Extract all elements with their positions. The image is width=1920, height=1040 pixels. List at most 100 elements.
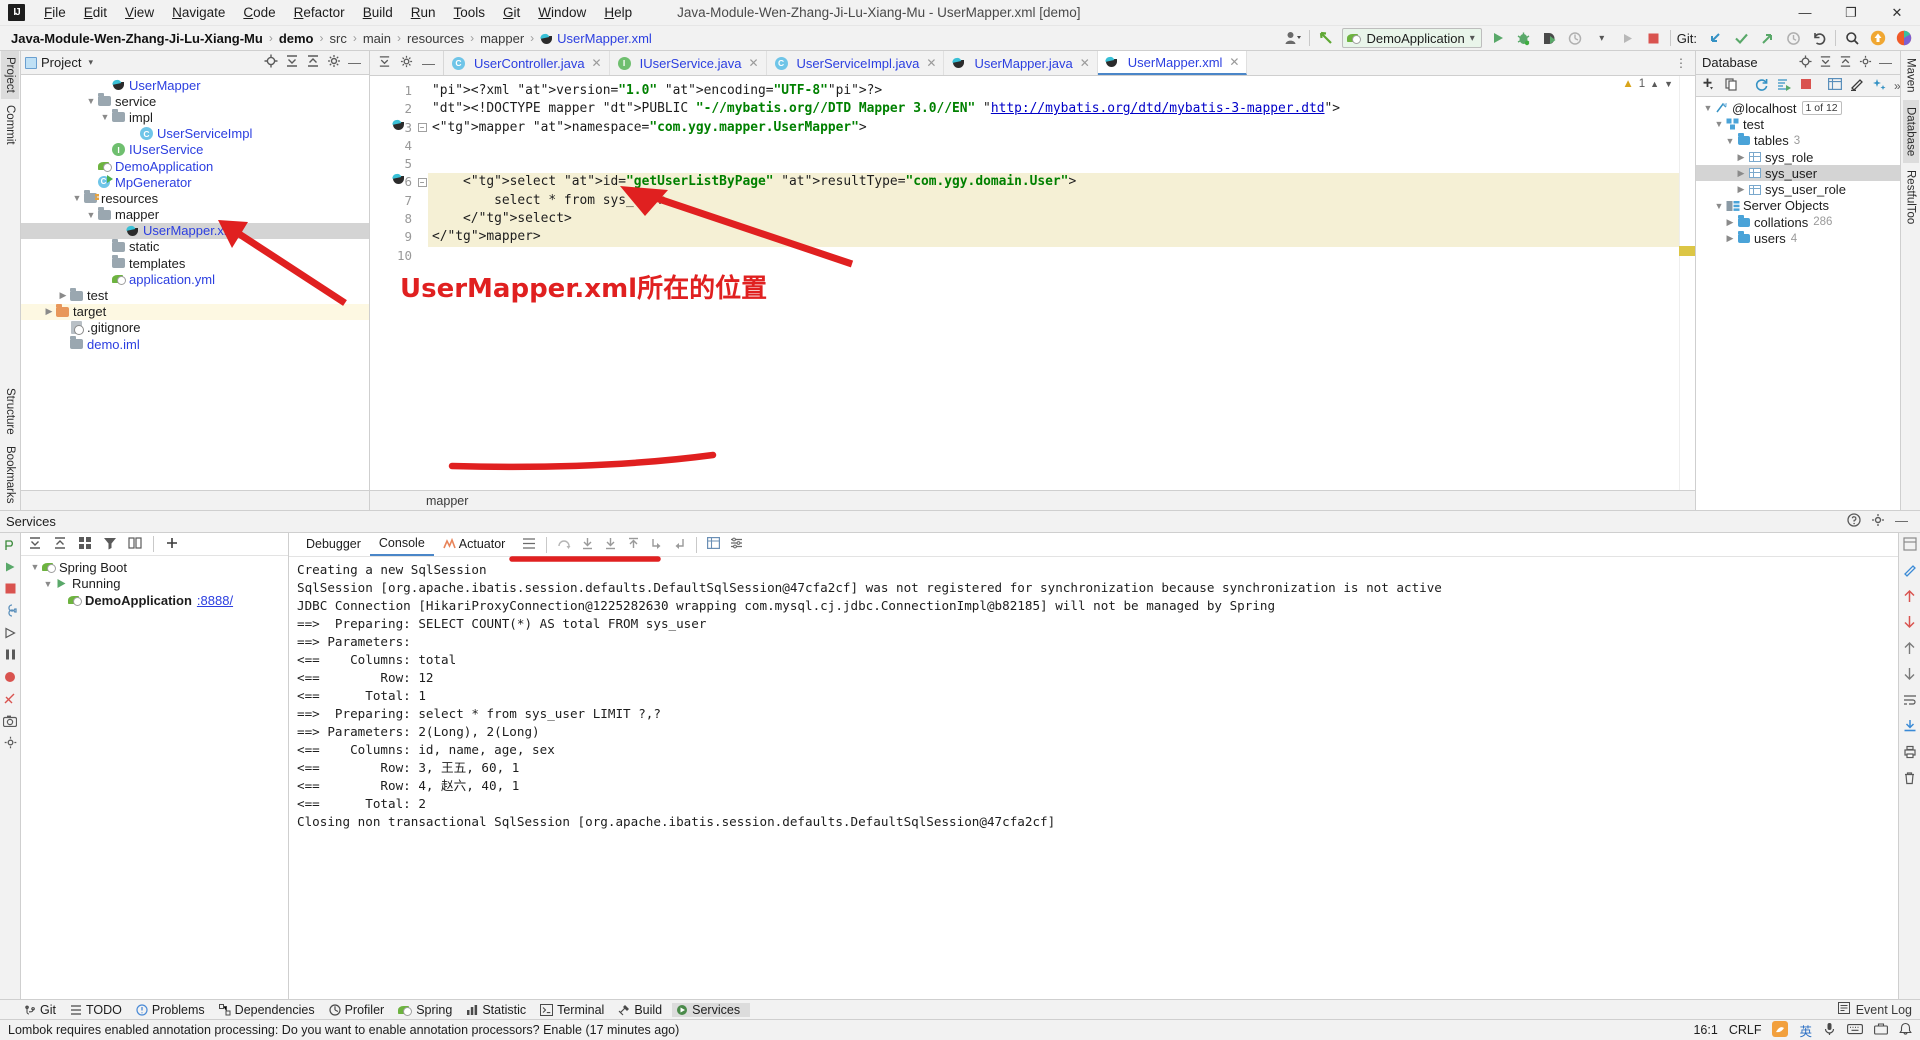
tool-rail-commit[interactable]: Commit [1, 99, 19, 151]
code-line[interactable]: <"tg">select "at">id="getUserListByPage"… [428, 173, 1679, 192]
soft-wrap-icon[interactable] [1903, 693, 1917, 710]
tool-rail-project[interactable]: Project [1, 51, 19, 99]
step-out-icon[interactable] [627, 537, 640, 553]
maximize-icon[interactable]: ❐ [1828, 0, 1874, 26]
keyboard-icon[interactable] [1847, 1023, 1863, 1038]
gear-icon[interactable] [400, 55, 413, 71]
database-tree-item-tables[interactable]: ▼ tables 3 [1696, 133, 1900, 149]
editor-tab-usermapper-java[interactable]: UserMapper.java ✕ [944, 51, 1098, 75]
bottom-tool-problems[interactable]: Problems [132, 1003, 215, 1017]
breadcrumb-item-1[interactable]: demo [274, 29, 319, 48]
run-query-icon[interactable] [1777, 77, 1792, 95]
project-tree-item-demo-iml[interactable]: demo.iml [21, 336, 369, 352]
project-tree[interactable]: UserMapper ▼ service ▼ impl C UserServiceImpl I… [21, 75, 369, 490]
ide-icon[interactable] [1894, 28, 1914, 48]
rerun-icon[interactable] [1618, 28, 1638, 48]
collapse-icon[interactable] [378, 55, 391, 71]
database-tree-item-sys-user[interactable]: ▶ sys_user [1696, 165, 1900, 182]
tool-rail-structure[interactable]: Structure [1, 382, 19, 441]
profile-icon[interactable] [1283, 28, 1303, 48]
menu-item-tools[interactable]: Tools [445, 2, 495, 23]
console-tab-debugger[interactable]: Debugger [297, 534, 370, 555]
project-tree-item-target[interactable]: ▶ target [21, 303, 369, 320]
close-icon[interactable]: ✕ [1080, 56, 1090, 70]
git-commit-icon[interactable] [1731, 28, 1751, 48]
bottom-tool-services[interactable]: Services [672, 1002, 751, 1017]
bottom-tool-terminal[interactable]: Terminal [536, 1003, 614, 1017]
chevron-up-icon[interactable]: ▲ [1650, 79, 1659, 89]
chevron-right-icon[interactable]: ▶ [1735, 184, 1747, 195]
pause-icon[interactable] [3, 647, 18, 662]
event-log-button[interactable]: Event Log [1837, 1002, 1920, 1017]
settings-icon[interactable] [3, 735, 18, 750]
breadcrumb-item-4[interactable]: resources [402, 29, 469, 48]
git-push-icon[interactable] [1757, 28, 1777, 48]
project-tree-item-templates[interactable]: templates [21, 255, 369, 271]
sogou-ime-icon[interactable] [1772, 1020, 1789, 1040]
edit-console-icon[interactable] [1903, 563, 1917, 580]
menu-item-git[interactable]: Git [494, 2, 529, 23]
project-tree-item-usermapper[interactable]: UserMapper [21, 77, 369, 93]
bottom-tool-spring[interactable]: Spring [394, 1003, 462, 1017]
services-tree-item-demoapplication[interactable]: DemoApplication:8888/ [21, 592, 288, 609]
microphone-icon[interactable] [1823, 1022, 1836, 1039]
tool-rail-maven[interactable]: Maven [1903, 51, 1919, 100]
chevron-down-icon[interactable]: ▼ [1713, 201, 1725, 211]
tool-rail-restfultoo[interactable]: RestfulToo [1903, 163, 1919, 231]
chevron-down-icon[interactable]: ▾ [1592, 28, 1612, 48]
chevron-down-icon[interactable]: ▼ [1713, 119, 1725, 129]
magic-icon[interactable] [1872, 77, 1886, 94]
project-tree-item-mpgenerator[interactable]: C MpGenerator [21, 174, 369, 190]
inspection-widget[interactable]: ▲ 1 ▲ ▼ [1622, 78, 1673, 90]
fold-marker[interactable]: − [416, 119, 428, 137]
gear-icon[interactable] [1871, 513, 1885, 530]
more-tabs-icon[interactable]: ⋮ [1675, 56, 1687, 70]
console-tab-console[interactable]: Console [369, 533, 434, 556]
chevron-down-icon[interactable]: ▼ [85, 96, 97, 106]
code-line[interactable] [428, 247, 1679, 265]
layout-icon[interactable] [1902, 537, 1917, 554]
debug-icon[interactable] [1514, 28, 1534, 48]
close-icon[interactable]: ✕ [748, 56, 758, 70]
chevron-down-icon[interactable]: ▼ [1664, 79, 1673, 89]
minimize-icon[interactable]: — [1782, 0, 1828, 26]
code-line[interactable]: <"tg">mapper "at">namespace="com.ygy.map… [428, 119, 1679, 137]
stop-icon[interactable] [1800, 78, 1812, 93]
database-tree[interactable]: ▼ @localhost 1 of 12 ▼ test ▼ tables 3 ▶ sys_role… [1696, 97, 1900, 510]
menu-item-file[interactable]: File [35, 2, 75, 23]
hide-panel-icon[interactable]: — [348, 55, 361, 70]
project-tree-item-demoapplication[interactable]: DemoApplication [21, 158, 369, 174]
prev-occurrence-icon[interactable] [1903, 641, 1916, 658]
menu-item-code[interactable]: Code [234, 2, 284, 23]
code-line[interactable] [428, 155, 1679, 173]
close-icon[interactable]: ✕ [592, 56, 602, 70]
editor-tab-iuserservice-java[interactable]: I IUserService.java ✕ [610, 51, 767, 75]
stop-icon[interactable] [1644, 28, 1664, 48]
database-tree-item-collations[interactable]: ▶ collations 286 [1696, 214, 1900, 230]
service-url-link[interactable]: :8888/ [197, 593, 233, 608]
menu-item-build[interactable]: Build [354, 2, 402, 23]
menu-item-view[interactable]: View [116, 2, 163, 23]
chevron-right-icon[interactable]: ▶ [1735, 152, 1747, 163]
expand-all-icon[interactable] [285, 54, 299, 71]
menu-item-window[interactable]: Window [529, 2, 595, 23]
run-coverage-icon[interactable] [1540, 28, 1560, 48]
console-tab-actuator[interactable]: Actuator [434, 534, 515, 555]
expand-all-icon[interactable] [28, 536, 42, 553]
tool-rail-bookmarks[interactable]: Bookmarks [1, 440, 19, 510]
step-over-icon[interactable] [557, 537, 571, 553]
collapse-all-icon[interactable] [306, 54, 320, 71]
help-icon[interactable] [1847, 513, 1861, 530]
editor-marker-bar[interactable] [1679, 76, 1695, 490]
copy-icon[interactable] [1724, 77, 1738, 94]
drop-frame-icon[interactable] [650, 537, 663, 553]
bottom-tool-dependencies[interactable]: Dependencies [215, 1003, 325, 1017]
chevron-down-icon[interactable]: ▼ [85, 210, 97, 220]
menu-item-refactor[interactable]: Refactor [285, 2, 354, 23]
ime-language-label[interactable]: 英 [1799, 1021, 1812, 1040]
resume-icon[interactable] [3, 625, 18, 640]
project-tree-item-application-yml[interactable]: application.yml [21, 271, 369, 287]
database-tree-item-sys-role[interactable]: ▶ sys_role [1696, 149, 1900, 165]
project-tree-item-usermapper-xml[interactable]: UserMapper.xml [21, 222, 369, 239]
expand-all-icon[interactable] [1819, 55, 1832, 71]
